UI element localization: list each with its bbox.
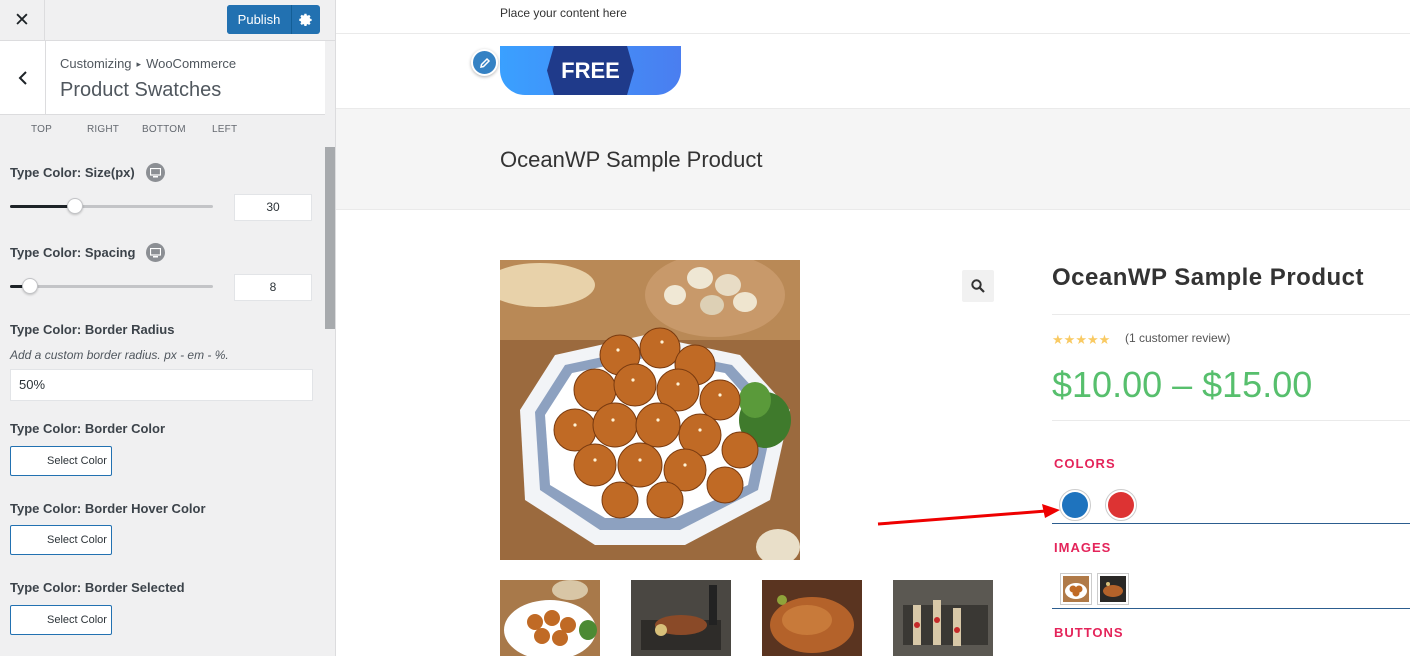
size-slider[interactable] [10,198,213,214]
dimension-label-bottom: BOTTOM [142,124,186,135]
color-swatch [11,447,39,475]
spacing-slider[interactable] [10,278,213,294]
publish-button[interactable]: Publish [227,5,291,34]
edit-shortcut-button[interactable] [471,49,498,76]
annotation-arrow [877,504,1060,526]
spacing-label: Type Color: Spacing [10,245,136,260]
color-swatch [11,526,39,554]
dimension-label-left: LEFT [212,124,238,135]
badge-text: FREE [561,58,620,83]
breadcrumb-section: WooCommerce [146,56,237,71]
border-hover-color-label: Type Color: Border Hover Color [10,501,206,516]
star-icon: ★ [1063,332,1076,347]
page-title: OceanWP Sample Product [500,147,763,172]
swatch-color-dot [1108,492,1134,518]
close-icon: ✕ [14,9,30,31]
review-count-link[interactable]: (1 customer review) [1125,331,1230,345]
border-color-label: Type Color: Border Color [10,421,166,436]
product-price: $10.00 – $15.00 [1052,364,1313,405]
publish-group: Publish [227,5,320,34]
customizer-sidebar: ✕ Publish Customizing ▸ WooCommerce Produc… [0,0,336,656]
customizer-header: ✕ Publish [0,0,335,41]
attribute-divider [1052,608,1410,609]
header-logo-banner[interactable]: FREE [500,46,681,95]
spacing-slider-thumb[interactable] [22,278,39,294]
sidebar-scrollbar[interactable] [325,147,335,329]
product-thumbnail[interactable] [631,580,731,656]
product-thumbnail[interactable] [762,580,862,656]
spacing-input[interactable]: 8 [234,274,312,301]
image-zoom-button[interactable] [962,270,994,302]
size-slider-thumb[interactable] [66,198,83,214]
image-swatch[interactable] [1097,573,1129,605]
color-swatch [11,606,39,634]
product-title: OceanWP Sample Product [1052,264,1364,291]
topbar-text: Place your content here [500,6,627,20]
product-thumbnail[interactable] [893,580,993,656]
size-slider-fill [10,205,75,208]
section-header: Customizing ▸ WooCommerce Product Swatches [0,41,325,115]
chevron-left-icon [18,70,27,85]
responsive-desktop-icon[interactable] [146,243,165,262]
dimension-label-right: RIGHT [87,124,120,135]
breadcrumb: Customizing ▸ WooCommerce [60,56,236,71]
breadcrumb-separator: ▸ [136,59,142,69]
border-selected-color-picker[interactable]: Select Color [10,605,112,635]
border-radius-input[interactable]: 50% [10,369,313,401]
star-icon: ★ [1052,332,1064,347]
breadcrumb-root: Customizing [60,56,132,71]
section-title: Product Swatches [60,79,222,101]
summary-divider [1052,314,1410,315]
border-radius-label: Type Color: Border Radius [10,322,175,337]
border-radius-description: Add a custom border radius. px - em - %. [10,348,229,362]
colors-attribute-label: COLORS [1054,456,1116,471]
image-swatch[interactable] [1060,573,1092,605]
select-color-label: Select Color [47,455,107,467]
close-customizer-button[interactable]: ✕ [0,0,45,40]
pencil-icon [479,57,490,68]
border-color-picker[interactable]: Select Color [10,446,112,476]
star-icon: ★ [1075,332,1087,347]
select-color-label: Select Color [47,534,107,546]
summary-divider [1052,420,1410,421]
border-selected-label: Type Color: Border Selected [10,580,185,595]
select-color-label: Select Color [47,614,107,626]
publish-settings-button[interactable] [291,5,320,34]
size-label: Type Color: Size(px) [10,165,135,180]
search-icon [971,279,985,293]
dimension-label-top: TOP [31,124,52,135]
buttons-attribute-label: BUTTONS [1054,625,1124,640]
images-attribute-label: IMAGES [1054,540,1112,555]
responsive-desktop-icon[interactable] [146,163,165,182]
border-hover-color-picker[interactable]: Select Color [10,525,112,555]
color-swatch-red[interactable] [1105,489,1137,521]
product-thumbnail[interactable] [500,580,600,656]
gear-icon [299,13,312,26]
product-main-image[interactable] [500,260,800,560]
site-preview: Place your content here FREE OceanWP Sam… [336,0,1410,656]
star-rating: ★ ★ ★ ★ ★ [1052,333,1114,347]
size-input[interactable]: 30 [234,194,312,221]
star-icon: ★ [1086,332,1099,347]
star-icon: ★ [1098,332,1111,347]
page-header: OceanWP Sample Product [336,108,1410,210]
attribute-divider [1052,523,1410,524]
topbar-divider [336,33,1410,34]
back-button[interactable] [0,41,46,114]
